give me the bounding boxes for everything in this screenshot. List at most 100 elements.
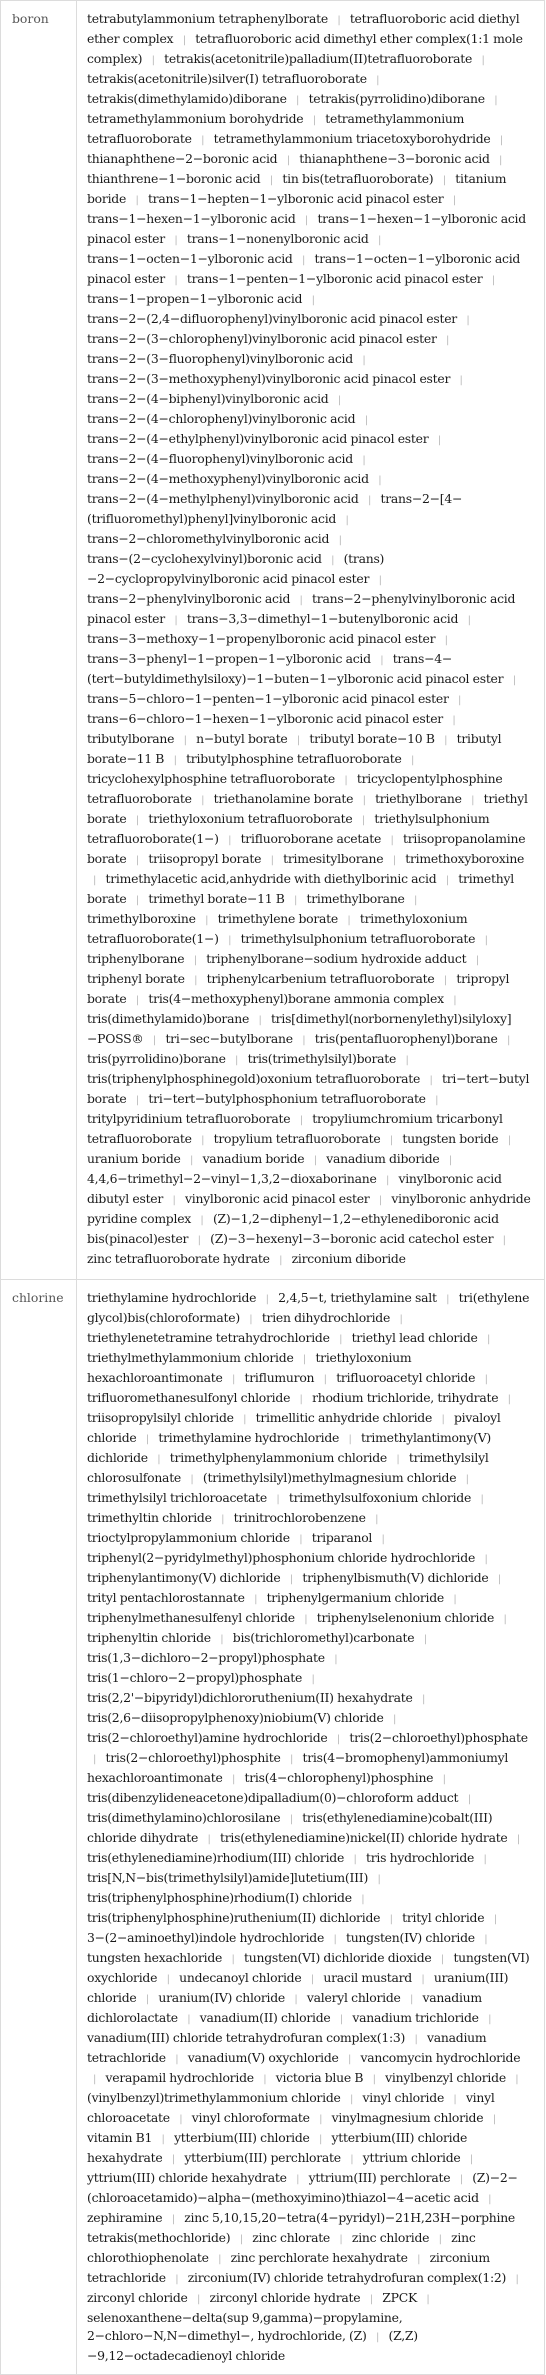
separator: | — [375, 1514, 379, 1525]
separator: | — [429, 1075, 433, 1086]
compound-item: triethylenetetramine tetrahydrochloride — [87, 1330, 330, 1345]
separator: | — [471, 795, 475, 806]
separator: | — [175, 2054, 179, 2065]
separator: | — [339, 2234, 343, 2245]
compound-item: tris(4−methoxyphenyl)borane ammonia comp… — [148, 991, 444, 1006]
compound-item: tri−sec−butylborane — [165, 1031, 293, 1046]
separator: | — [228, 935, 232, 946]
separator: | — [135, 895, 140, 906]
separator: | — [362, 455, 366, 466]
compound-item: tris(dimethylamino)chlorosilane — [87, 1810, 281, 1825]
compound-item: tetrakis(acetonitrile)silver(I) tetraflu… — [87, 71, 367, 86]
compound-item: trimethylsulphonium tetrafluoroborate — [240, 931, 476, 946]
compound-item: vinylmagnesium chloride — [331, 2110, 484, 2125]
separator: | — [193, 955, 197, 966]
compound-item: 4,4,6−trimethyl−2−vinyl−1,3,2−dioxaborin… — [87, 1171, 377, 1186]
compound-item: tributyl borate−10 B — [309, 731, 435, 746]
compound-item: tris(triphenylphosphinegold)oxonium tetr… — [87, 1071, 421, 1086]
compound-item: tungsten(VI) dichloride dioxide — [244, 1950, 432, 1965]
separator: | — [93, 875, 97, 886]
separator: | — [453, 995, 457, 1006]
separator: | — [350, 2154, 354, 2165]
compound-item: tetramethylammonium triacetoxyborohydrid… — [213, 131, 491, 146]
separator: | — [444, 735, 448, 746]
separator: | — [304, 1614, 308, 1625]
compound-item: trimethyltin chloride — [87, 1510, 212, 1525]
compound-item: trans−2−(4−methylphenyl)vinylboronic aci… — [87, 491, 359, 506]
separator: | — [269, 175, 273, 186]
compound-item: tris(ethylenediamine)rhodium(III) chlori… — [87, 1850, 345, 1865]
separator: | — [503, 1614, 507, 1625]
separator: | — [344, 775, 348, 786]
separator: | — [410, 1994, 414, 2005]
compound-item: triethyloxonium tetrafluoroborate — [148, 811, 353, 826]
separator: | — [135, 815, 140, 826]
compound-item: trimethylene borate — [217, 911, 339, 926]
separator: | — [507, 1394, 511, 1405]
compound-item: undecanoyl chloride — [179, 1970, 302, 1985]
separator: | — [135, 195, 139, 206]
compound-item: zirconyl chloride — [87, 2290, 188, 2305]
separator: | — [491, 275, 495, 286]
separator: | — [515, 2074, 519, 2085]
separator: | — [179, 2114, 183, 2125]
separator: | — [296, 2174, 300, 2185]
compound-item: n−butyl borate — [196, 731, 288, 746]
separator: | — [378, 475, 382, 486]
compound-item: thianaphthene−2−boronic acid — [87, 151, 278, 166]
compound-item: tris(2,2'−bipyridyl)dichlororuthenium(II… — [87, 1690, 413, 1705]
compound-item: trinitrochlorobenzene — [233, 1510, 366, 1525]
compound-item: zirconyl chloride hydrate — [209, 2290, 361, 2305]
separator: | — [200, 1215, 204, 1226]
separator: | — [507, 1135, 511, 1146]
compound-list: triethylamine hydrochloride | 2,4,5−t, t… — [76, 1279, 545, 2375]
separator: | — [437, 435, 441, 446]
compound-item: trans−3,3−dimethyl−1−butenylboronic acid — [186, 611, 459, 626]
compound-item: tri−tert−butylphosphonium tetrafluorobor… — [148, 1091, 426, 1106]
compound-item: triphenylbismuth(V) dichloride — [302, 1570, 489, 1585]
compound-item: (vinylbenzyl)trimethylammonium chloride — [87, 2090, 341, 2105]
compound-item: trityl pentachlorostannate — [87, 1590, 245, 1605]
compound-item: tritylpyridinium tetrafluoroborate — [87, 1111, 291, 1126]
compound-item: trans−1−penten−1−ylboronic acid pinacol … — [186, 271, 483, 286]
compound-item: vinylboronic acid pinacol ester — [184, 1191, 370, 1206]
separator: | — [347, 915, 351, 926]
separator: | — [506, 1035, 511, 1046]
separator: | — [331, 555, 335, 566]
separator: | — [399, 1314, 403, 1325]
separator: | — [311, 1674, 315, 1685]
compound-item: trans−2−(4−fluorophenyl)vinylboronic aci… — [87, 451, 353, 466]
separator: | — [135, 855, 140, 866]
compound-item: zinc tetrafluoroborate hydrate — [87, 1251, 270, 1266]
separator: | — [405, 1055, 409, 1066]
separator: | — [319, 2114, 323, 2125]
compound-item: triethyl lead chloride — [351, 1330, 478, 1345]
separator: | — [369, 2294, 373, 2305]
compound-item: thianaphthene−3−boronic acid — [299, 151, 490, 166]
separator: | — [232, 1374, 236, 1385]
separator: | — [421, 1974, 425, 1985]
separator: | — [380, 655, 384, 666]
separator: | — [385, 1175, 390, 1186]
compound-item: trimethoxyboroxine — [405, 851, 525, 866]
compound-item: tris(2−chloroethyl)phosphite — [105, 1750, 281, 1765]
compound-item: uranium boride — [87, 1151, 181, 1166]
compound-item: trimethyl borate−11 B — [148, 891, 285, 906]
compound-item: triethanolamine borate — [213, 791, 354, 806]
separator: | — [207, 1834, 211, 1845]
separator: | — [417, 2254, 421, 2265]
separator: | — [492, 2114, 496, 2125]
compound-item: trans−1−hepten−1−ylboronic acid pinacol … — [147, 191, 444, 206]
compound-item: tetrabutylammonium tetraphenylborate — [87, 11, 328, 26]
separator: | — [483, 1854, 487, 1865]
compound-item: valeryl chloride — [306, 1990, 401, 2005]
compound-item: (trimethylsilyl)methylmagnesium chloride — [202, 1470, 457, 1485]
separator: | — [446, 335, 450, 346]
separator: | — [151, 55, 155, 66]
compound-item: 3−(2−aminoethyl)indole hydrochloride — [87, 1930, 325, 1945]
compound-item: tris(1−chloro−2−propyl)phosphate — [87, 1670, 303, 1685]
separator: | — [499, 155, 503, 166]
compound-item: trimethylsulfoxonium chloride — [288, 1490, 472, 1505]
compound-item: victoria blue B — [275, 2070, 364, 2085]
compound-item: vancomycin hydrochloride — [360, 2050, 521, 2065]
